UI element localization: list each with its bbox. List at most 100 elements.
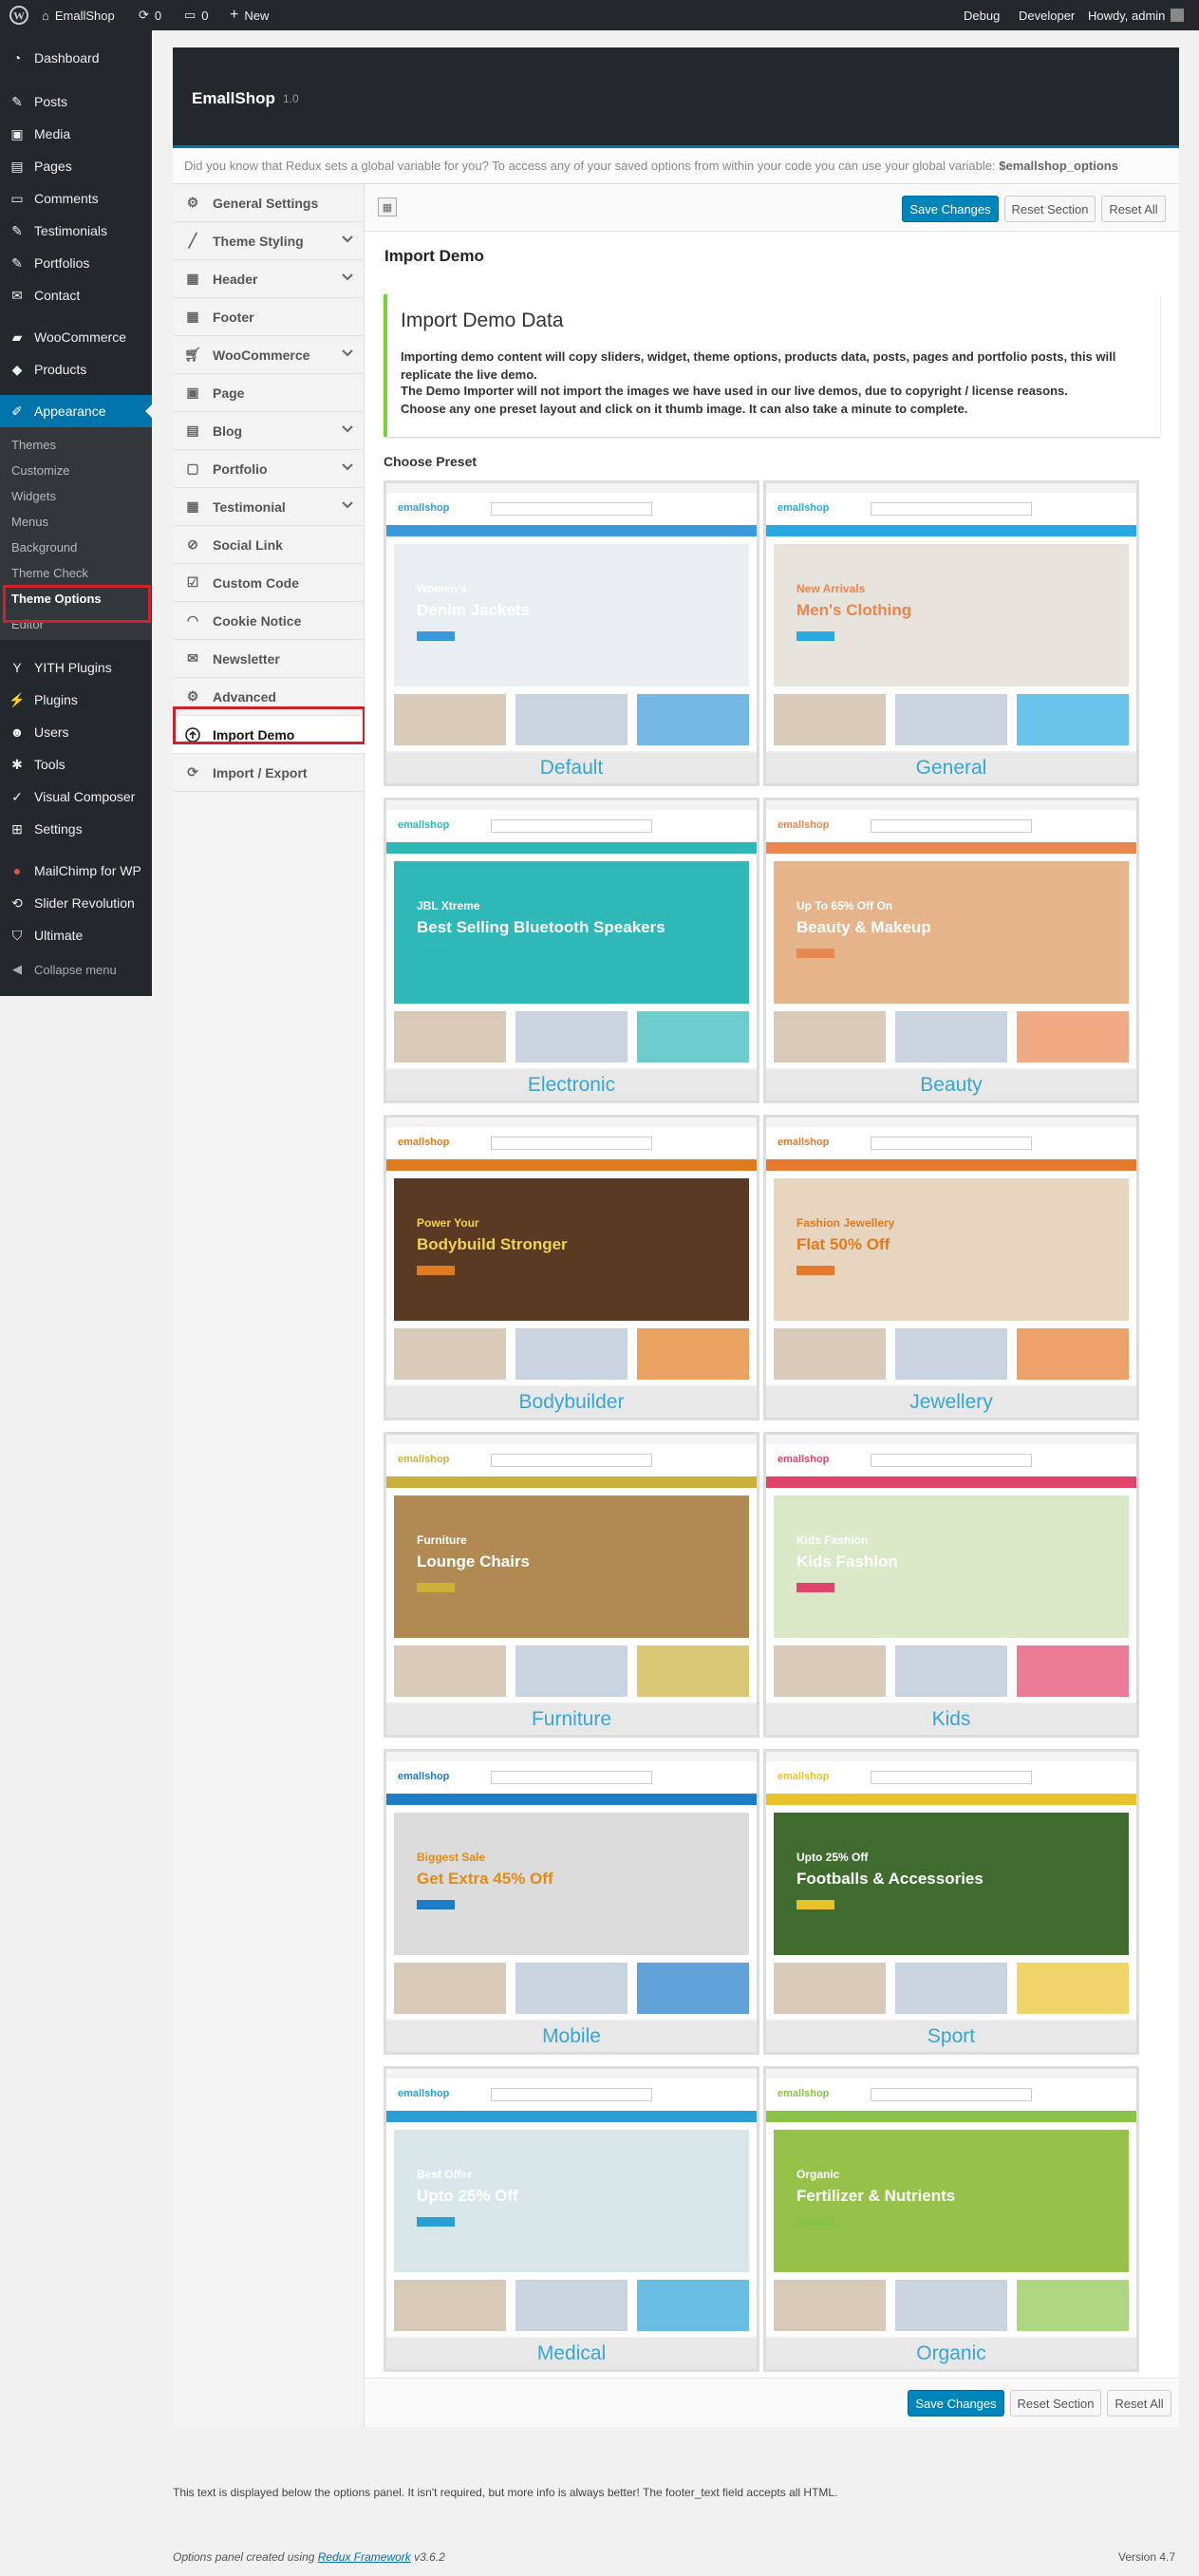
preset-thumbnail: emallshop Best Offer Upto 25% Off <box>386 2069 757 2337</box>
submenu-theme-check[interactable]: Theme Check <box>11 561 88 584</box>
thumb-promo-2 <box>895 1328 1007 1380</box>
thumb-search <box>491 1454 652 1467</box>
thumb-topbar <box>766 1118 1136 1127</box>
section-newsletter[interactable]: ✉ Newsletter <box>173 640 365 678</box>
section-portfolio[interactable]: ▢ Portfolio <box>173 450 365 488</box>
menu-testimonials[interactable]: ✎ Testimonials <box>0 215 152 247</box>
menu-posts[interactable]: ✎ Posts <box>0 85 152 118</box>
site-name-link[interactable]: ⌂ EmallShop <box>42 0 115 30</box>
thumb-logo-bar: emallshop <box>766 1761 1136 1794</box>
thumb-promo-1 <box>394 1011 506 1062</box>
admin-menu: ◔ Dashboard ✎ Posts ▣ Media ▤ Pages ▭ Comment… <box>0 30 152 996</box>
menu-dashboard[interactable]: ◔ Dashboard <box>0 42 152 74</box>
thumb-topbar <box>386 1752 757 1761</box>
thumb-promo-2 <box>515 694 628 745</box>
menu-plugins[interactable]: ⚡ Plugins <box>0 684 152 716</box>
menu-visual-composer[interactable]: ✓ Visual Composer <box>0 780 152 813</box>
menu-yith-plugins[interactable]: Y YITH Plugins <box>0 651 152 684</box>
submenu-customize[interactable]: Customize <box>11 459 69 481</box>
submenu-themes[interactable]: Themes <box>11 433 56 456</box>
preset-card-kids[interactable]: emallshop Kids Fashion Kids Fashion Kids <box>763 1432 1139 1738</box>
menu-appearance[interactable]: ✐ Appearance <box>0 395 152 427</box>
submenu-menus[interactable]: Menus <box>11 510 48 533</box>
menu-mailchimp[interactable]: ● MailChimp for WP <box>0 855 152 887</box>
preset-card-beauty[interactable]: emallshop Up To 65% Off On Beauty & Makeup… <box>763 798 1139 1103</box>
thumb-promo-3 <box>1017 1963 1129 2014</box>
reset-section-button-bottom[interactable]: Reset Section <box>1010 2390 1101 2416</box>
section-theme-styling[interactable]: ╱ Theme Styling <box>173 222 365 260</box>
submenu-background[interactable]: Background <box>11 536 77 558</box>
thumb-topbar <box>766 2069 1136 2078</box>
preset-name: Default <box>386 753 757 783</box>
preset-thumbnail: emallshop Kids Fashion Kids Fashion <box>766 1435 1136 1702</box>
thumb-promo-2 <box>515 1328 628 1380</box>
panel-footer-text: This text is displayed below the options… <box>173 2486 838 2499</box>
preset-card-organic[interactable]: emallshop Organic Fertilizer & Nutrients Or… <box>763 2066 1139 2372</box>
save-changes-button-bottom[interactable]: Save Changes <box>908 2390 1004 2416</box>
preset-card-default[interactable]: emallshop Women's Denim Jackets Default <box>384 480 759 786</box>
reset-section-button[interactable]: Reset Section <box>1004 196 1096 222</box>
reset-all-button[interactable]: Reset All <box>1101 196 1166 222</box>
section-social-link[interactable]: ⊘ Social Link <box>173 526 365 564</box>
wp-logo-icon[interactable]: W <box>9 0 28 30</box>
menu-products[interactable]: ◆ Products <box>0 353 152 385</box>
preset-name: Sport <box>766 2021 1136 2052</box>
menu-woocommerce[interactable]: ▰ WooCommerce <box>0 321 152 353</box>
menu-tools[interactable]: ✱ Tools <box>0 748 152 780</box>
reset-all-button-bottom[interactable]: Reset All <box>1107 2390 1171 2416</box>
thumb-promo-3 <box>637 1011 749 1062</box>
menu-slider-revolution[interactable]: ⟲ Slider Revolution <box>0 887 152 919</box>
menu-media[interactable]: ▣ Media <box>0 118 152 150</box>
preset-card-sport[interactable]: emallshop Upto 25% Off Footballs & Accesso… <box>763 1749 1139 2055</box>
thumb-hero-sub: Furniture <box>417 1533 467 1547</box>
section-cookie-notice[interactable]: ◠ Cookie Notice <box>173 602 365 640</box>
credit-line: Options panel created using Redux Framew… <box>173 2550 445 2564</box>
section-page[interactable]: ▣ Page <box>173 374 365 412</box>
section-import-export[interactable]: ⟳ Import / Export <box>173 754 365 792</box>
thumb-hero-title: Bodybuild Stronger <box>417 1235 568 1253</box>
section-blog[interactable]: ▤ Blog <box>173 412 365 450</box>
comments-link[interactable]: ▭ 0 <box>184 0 209 30</box>
section-footer[interactable]: ▦ Footer <box>173 298 365 336</box>
redux-notice: Did you know that Redux sets a global va… <box>173 148 1179 184</box>
account-link[interactable]: Howdy, admin <box>1088 0 1185 30</box>
preset-card-mobile[interactable]: emallshop Biggest Sale Get Extra 45% Off Mo… <box>384 1749 759 2055</box>
menu-settings[interactable]: ⊞ Settings <box>0 813 152 845</box>
section-woocommerce[interactable]: 🛒︎ WooCommerce <box>173 336 365 374</box>
preset-card-bodybuilder[interactable]: emallshop Power Your Bodybuild Stronger Bod… <box>384 1115 759 1420</box>
save-changes-button[interactable]: Save Changes <box>902 196 999 222</box>
redux-link[interactable]: Redux Framework <box>318 2550 411 2564</box>
menu-users[interactable]: ☻ Users <box>0 716 152 748</box>
submenu-widgets[interactable]: Widgets <box>11 484 56 507</box>
preset-card-electronic[interactable]: emallshop JBL Xtreme Best Selling Bluetoot… <box>384 798 759 1103</box>
menu-ultimate[interactable]: ⛉ Ultimate <box>0 919 152 951</box>
thumb-promo-1 <box>774 1645 886 1697</box>
section-general-settings[interactable]: ⚙ General Settings <box>173 184 365 222</box>
preset-card-medical[interactable]: emallshop Best Offer Upto 25% Off Medical <box>384 2066 759 2372</box>
section-custom-code[interactable]: ☑ Custom Code <box>173 564 365 602</box>
preset-card-general[interactable]: emallshop New Arrivals Men's Clothing Gener… <box>763 480 1139 786</box>
thumb-menu-bar <box>386 2111 757 2122</box>
thumb-promo-3 <box>1017 1328 1129 1380</box>
section-testimonial[interactable]: ▦ Testimonial <box>173 488 365 526</box>
pin-icon: ✎ <box>11 254 23 271</box>
menu-comments[interactable]: ▭ Comments <box>0 182 152 215</box>
info-desc-3: Choose any one preset layout and click o… <box>401 402 968 416</box>
section-header[interactable]: ▦ Header <box>173 260 365 298</box>
updates-link[interactable]: ⟳ 0 <box>139 0 161 30</box>
chevron-down-icon <box>342 235 353 243</box>
menu-contact[interactable]: ✉ Contact <box>0 279 152 311</box>
menu-pages[interactable]: ▤ Pages <box>0 150 152 182</box>
thumb-hero-sub: Organic <box>796 2168 840 2181</box>
developer-link[interactable]: Developer <box>1019 0 1075 30</box>
new-content-link[interactable]: + New <box>230 0 269 30</box>
collapse-menu-button[interactable]: ◀ Collapse menu <box>0 953 152 986</box>
debug-link[interactable]: Debug <box>964 0 1000 30</box>
preset-card-furniture[interactable]: emallshop Furniture Lounge Chairs Furniture <box>384 1432 759 1738</box>
menu-portfolios[interactable]: ✎ Portfolios <box>0 247 152 279</box>
expand-options-icon[interactable]: ▦ <box>378 197 397 216</box>
link-icon: ⊘ <box>187 536 198 552</box>
thumb-hero-button <box>417 1266 455 1275</box>
thumb-menu-bar <box>386 525 757 536</box>
preset-card-jewellery[interactable]: emallshop Fashion Jewellery Flat 50% Off Je… <box>763 1115 1139 1420</box>
